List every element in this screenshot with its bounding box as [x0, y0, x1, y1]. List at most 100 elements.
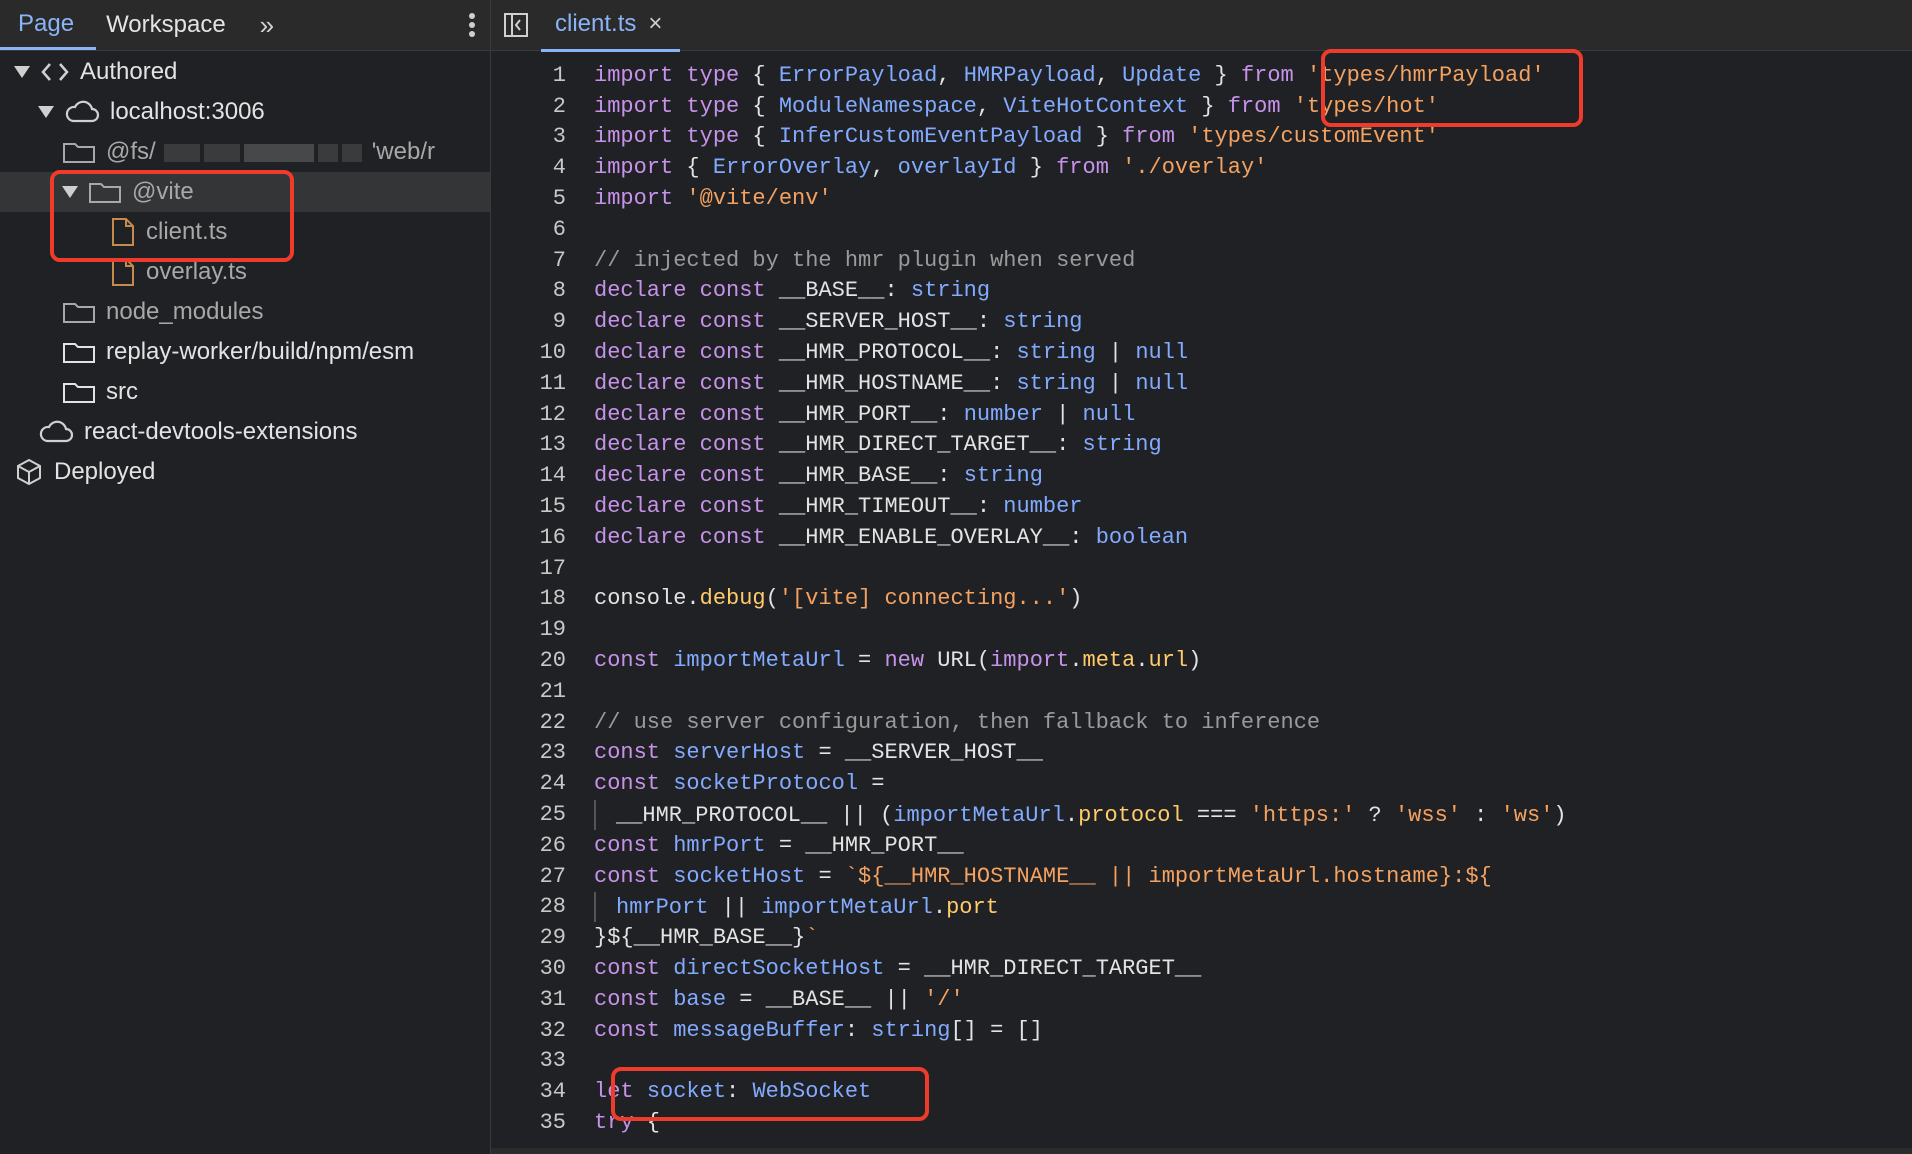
line-number[interactable]: 31 — [491, 987, 594, 1012]
tab-workspace[interactable]: Workspace — [96, 0, 248, 50]
code-line[interactable]: 5 import '@vite/env' — [491, 183, 1912, 214]
code-line[interactable]: 25 __HMR_PROTOCOL__ || (importMetaUrl.pro… — [491, 799, 1912, 830]
line-number[interactable]: 4 — [491, 155, 594, 180]
folder-icon — [88, 180, 122, 204]
more-options-button[interactable] — [454, 0, 490, 50]
tree-item-authored[interactable]: Authored — [0, 52, 490, 92]
tree-item-localhost[interactable]: localhost:3006 — [0, 92, 490, 132]
chevron-down-icon[interactable] — [38, 104, 54, 120]
line-number[interactable]: 12 — [491, 402, 594, 427]
code-line[interactable]: 2 import type { ModuleNamespace, ViteHotC… — [491, 91, 1912, 122]
tree-item-label: overlay.ts — [146, 258, 247, 285]
chevron-down-icon[interactable] — [62, 184, 78, 200]
line-number[interactable]: 5 — [491, 186, 594, 211]
line-number[interactable]: 23 — [491, 740, 594, 765]
line-number[interactable]: 14 — [491, 463, 594, 488]
editor-tab-label: client.ts — [555, 9, 637, 37]
tree-item-replay-worker[interactable]: replay-worker/build/npm/esm — [0, 332, 490, 372]
chevron-down-icon[interactable] — [14, 64, 30, 80]
tree-item-overlay-ts[interactable]: overlay.ts — [0, 252, 490, 292]
code-line[interactable]: 33 — [491, 1046, 1912, 1077]
tree-item-deployed[interactable]: Deployed — [0, 452, 490, 492]
code-line[interactable]: 21 — [491, 676, 1912, 707]
code-line[interactable]: 16 declare const __HMR_ENABLE_OVERLAY__: … — [491, 522, 1912, 553]
line-number[interactable]: 29 — [491, 925, 594, 950]
line-number[interactable]: 8 — [491, 278, 594, 303]
tab-page[interactable]: Page — [0, 0, 97, 50]
code-editor[interactable]: 1 import type { ErrorPayload, HMRPayload,… — [491, 60, 1912, 1154]
toggle-sidebar-button[interactable] — [491, 0, 541, 50]
code-line[interactable]: 23 const serverHost = __SERVER_HOST__ — [491, 738, 1912, 769]
line-number[interactable]: 35 — [491, 1110, 594, 1135]
code-line[interactable]: 10 declare const __HMR_PROTOCOL__: string… — [491, 337, 1912, 368]
line-number[interactable]: 17 — [491, 556, 594, 581]
line-number[interactable]: 10 — [491, 340, 594, 365]
line-number[interactable]: 18 — [491, 586, 594, 611]
close-icon[interactable]: × — [648, 10, 662, 38]
code-line[interactable]: 15 declare const __HMR_TIMEOUT__: number — [491, 491, 1912, 522]
code-line[interactable]: 30 const directSocketHost = __HMR_DIRECT_… — [491, 953, 1912, 984]
line-number[interactable]: 28 — [491, 894, 594, 919]
line-number[interactable]: 11 — [491, 371, 594, 396]
code-line[interactable]: 6 — [491, 214, 1912, 245]
tree-item-node-modules[interactable]: node_modules — [0, 292, 490, 332]
code-line[interactable]: 3 import type { InferCustomEventPayload }… — [491, 122, 1912, 153]
code-line[interactable]: 34 let socket: WebSocket — [491, 1076, 1912, 1107]
line-number[interactable]: 27 — [491, 864, 594, 889]
more-tabs-button[interactable]: » — [260, 0, 274, 50]
code-line[interactable]: 32 const messageBuffer: string[] = [] — [491, 1015, 1912, 1046]
line-number[interactable]: 3 — [491, 124, 594, 149]
line-number[interactable]: 32 — [491, 1018, 594, 1043]
line-number[interactable]: 15 — [491, 494, 594, 519]
line-number[interactable]: 2 — [491, 94, 594, 119]
code-line[interactable]: 7// injected by the hmr plugin when serv… — [491, 245, 1912, 276]
line-number[interactable]: 30 — [491, 956, 594, 981]
code-line[interactable]: 35 try { — [491, 1107, 1912, 1138]
line-number[interactable]: 1 — [491, 63, 594, 88]
line-number[interactable]: 24 — [491, 771, 594, 796]
code-line[interactable]: 14 declare const __HMR_BASE__: string — [491, 460, 1912, 491]
line-number[interactable]: 19 — [491, 617, 594, 642]
code-line[interactable]: 8 declare const __BASE__: string — [491, 276, 1912, 307]
tree-item-src[interactable]: src — [0, 372, 490, 412]
line-number[interactable]: 33 — [491, 1048, 594, 1073]
line-number[interactable]: 9 — [491, 309, 594, 334]
code-line[interactable]: 12 declare const __HMR_PORT__: number | n… — [491, 399, 1912, 430]
horizontal-scrollbar[interactable] — [491, 1148, 1912, 1154]
code-line[interactable]: 29}${__HMR_BASE__}` — [491, 922, 1912, 953]
line-number[interactable]: 26 — [491, 833, 594, 858]
code-line[interactable]: 1 import type { ErrorPayload, HMRPayload,… — [491, 60, 1912, 91]
code-line[interactable]: 17 — [491, 553, 1912, 584]
tree-item-react-devtools-extensions[interactable]: react-devtools-extensions — [0, 412, 490, 452]
line-number[interactable]: 22 — [491, 710, 594, 735]
line-number[interactable]: 25 — [491, 802, 594, 827]
line-number[interactable]: 6 — [491, 217, 594, 242]
code-text: const messageBuffer: string[] = [] — [594, 1017, 1043, 1043]
code-line[interactable]: 31 const base = __BASE__ || '/' — [491, 984, 1912, 1015]
tree-item-vite[interactable]: @vite — [0, 172, 490, 212]
tree-item-fs[interactable]: @fs/ 'web/r — [0, 132, 490, 172]
line-number[interactable]: 34 — [491, 1079, 594, 1104]
navigator-tabs: Page Workspace » — [0, 0, 490, 51]
code-line[interactable]: 9 declare const __SERVER_HOST__: string — [491, 306, 1912, 337]
tree-item-label: client.ts — [146, 218, 228, 245]
code-line[interactable]: 26 const hmrPort = __HMR_PORT__ — [491, 830, 1912, 861]
code-line[interactable]: 11 declare const __HMR_HOSTNAME__: string… — [491, 368, 1912, 399]
line-number[interactable]: 20 — [491, 648, 594, 673]
line-number[interactable]: 16 — [491, 525, 594, 550]
line-number[interactable]: 7 — [491, 248, 594, 273]
code-text: const base = __BASE__ || '/' — [594, 986, 964, 1012]
code-line[interactable]: 22// use server configuration, then fall… — [491, 707, 1912, 738]
code-line[interactable]: 19 — [491, 614, 1912, 645]
line-number[interactable]: 21 — [491, 679, 594, 704]
code-line[interactable]: 4 import { ErrorOverlay, overlayId } from… — [491, 152, 1912, 183]
code-line[interactable]: 20 const importMetaUrl = new URL(import.m… — [491, 645, 1912, 676]
code-line[interactable]: 18 console.debug('[vite] connecting...') — [491, 584, 1912, 615]
code-line[interactable]: 13 declare const __HMR_DIRECT_TARGET__: s… — [491, 430, 1912, 461]
code-line[interactable]: 24 const socketProtocol = — [491, 768, 1912, 799]
tree-item-client-ts[interactable]: client.ts — [0, 212, 490, 252]
editor-tab-client-ts[interactable]: client.ts × — [541, 0, 681, 52]
code-line[interactable]: 28 hmrPort || importMetaUrl.port — [491, 891, 1912, 923]
line-number[interactable]: 13 — [491, 432, 594, 457]
code-line[interactable]: 27 const socketHost = `${__HMR_HOSTNAME__… — [491, 861, 1912, 892]
